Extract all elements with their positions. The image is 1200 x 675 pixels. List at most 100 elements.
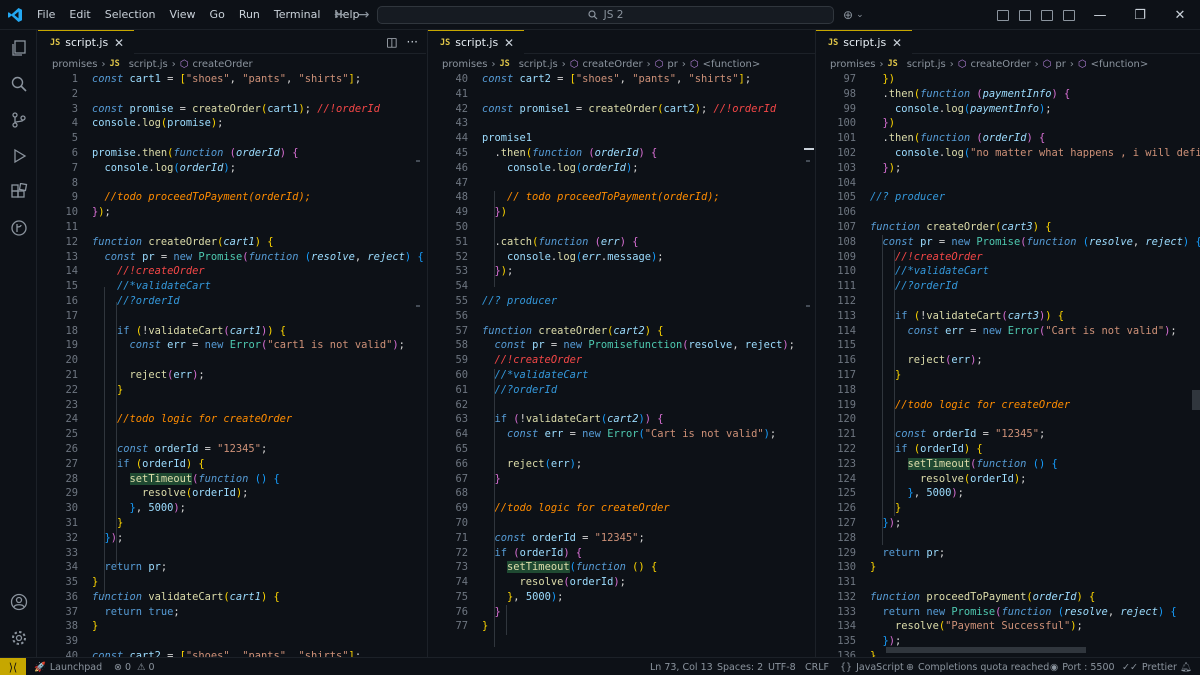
prettier-status[interactable]: ✓✓ Prettier — [1122, 658, 1177, 675]
code-line: 122 if (orderId) { — [816, 442, 1200, 457]
breadcrumb-symbol[interactable]: <function> — [703, 59, 761, 70]
language-mode[interactable]: {} JavaScript — [840, 658, 904, 675]
tab-script-js[interactable]: JS script.js ✕ — [816, 30, 912, 54]
code-line: 26 const orderId = "12345"; — [38, 442, 426, 457]
source-control-icon[interactable] — [0, 102, 37, 138]
customize-layout-icon[interactable] — [1063, 9, 1075, 21]
toggle-primary-sidebar-icon[interactable] — [997, 9, 1009, 21]
breadcrumb-file[interactable]: script.js — [519, 59, 558, 70]
breadcrumb-symbol[interactable]: createOrder — [582, 59, 642, 70]
split-editor-icon[interactable]: ◫ — [386, 35, 397, 49]
line-number: 105 — [837, 191, 856, 204]
line-number: 56 — [455, 309, 468, 322]
command-center-search[interactable]: JS 2 — [377, 6, 834, 24]
line-number: 31 — [65, 516, 78, 529]
tab-script-js[interactable]: JS script.js ✕ — [38, 30, 134, 54]
git-graph-icon[interactable] — [0, 210, 37, 246]
minimap-marker — [806, 160, 810, 162]
symbol-icon: ⬡ — [569, 58, 579, 70]
line-number: 98 — [843, 87, 856, 100]
line-endings[interactable]: CRLF — [805, 658, 829, 675]
chevron-down-icon[interactable]: ⌄ — [856, 10, 864, 20]
line-number: 33 — [65, 546, 78, 559]
line-number: 103 — [837, 161, 856, 174]
line-text: setTimeout(function () { — [129, 472, 280, 485]
copilot-icon[interactable]: ⊕ — [843, 8, 853, 22]
live-server-port[interactable]: ◉ Port : 5500 — [1050, 658, 1115, 675]
code-line: 36 function validateCart(cart1) { — [38, 590, 426, 605]
code-line: 48 // todo proceedToPayment(orderId); — [428, 190, 815, 205]
breadcrumb-folder[interactable]: promises — [442, 59, 487, 70]
cursor-position[interactable]: Ln 73, Col 13 — [650, 658, 713, 675]
menu-edit[interactable]: Edit — [62, 0, 97, 30]
menu-terminal[interactable]: Terminal — [267, 0, 328, 30]
breadcrumb-symbol[interactable]: createOrder — [970, 59, 1030, 70]
account-icon[interactable] — [0, 584, 37, 620]
js-file-icon: JS — [440, 37, 451, 48]
code-line: 66 reject(err); — [428, 457, 815, 472]
back-arrow-icon[interactable]: ← — [334, 7, 346, 23]
code-editor[interactable]: 97 }) 98 .then(function (paymentInfo) {99… — [816, 72, 1200, 657]
menu-selection[interactable]: Selection — [98, 0, 163, 30]
problems-item[interactable]: ⊗ 0 ⚠ 0 — [114, 658, 155, 675]
encoding[interactable]: UTF-8 — [768, 658, 796, 675]
code-line: 25 — [38, 427, 426, 442]
code-editor[interactable]: 1 const cart1 = ["shoes", "pants", "shirt… — [38, 72, 426, 657]
restore-button[interactable]: ❐ — [1120, 0, 1160, 30]
line-number: 30 — [65, 502, 78, 515]
toggle-secondary-sidebar-icon[interactable] — [1041, 9, 1053, 21]
code-line: 15 //*validateCart — [38, 279, 426, 294]
line-text: const promise1 = createOrder(cart2); //!… — [482, 102, 777, 115]
explorer-icon[interactable] — [0, 30, 37, 66]
line-number: 121 — [837, 428, 856, 441]
tab-script-js[interactable]: JS script.js ✕ — [428, 30, 524, 54]
close-tab-icon[interactable]: ✕ — [114, 36, 124, 50]
launchpad-item[interactable]: 🚀 Launchpad — [34, 658, 102, 675]
line-number: 114 — [837, 324, 856, 337]
close-button[interactable]: ✕ — [1160, 0, 1200, 30]
settings-gear-icon[interactable] — [0, 620, 37, 656]
more-actions-icon[interactable]: ··· — [407, 35, 418, 49]
extensions-icon[interactable] — [0, 174, 37, 210]
code-line: 61 //?orderId — [428, 383, 815, 398]
remote-indicator[interactable]: ⟩⟨ — [0, 658, 26, 675]
line-number: 77 — [455, 620, 468, 633]
breadcrumb-folder[interactable]: promises — [52, 59, 97, 70]
line-text: .then(function (orderId) { — [482, 146, 658, 159]
menu-view[interactable]: View — [162, 0, 202, 30]
breadcrumb-symbol[interactable]: pr — [667, 59, 677, 70]
forward-arrow-icon[interactable]: → — [358, 7, 370, 23]
line-text: const pr = new Promise(function (resolve… — [104, 250, 424, 263]
breadcrumb-folder[interactable]: promises — [830, 59, 875, 70]
line-number: 17 — [65, 309, 78, 322]
copilot-status[interactable]: ⊕ Completions quota reached — [906, 658, 1049, 675]
breadcrumb-symbol[interactable]: createOrder — [192, 59, 252, 70]
horizontal-scrollbar[interactable] — [886, 647, 1086, 653]
line-text: resolve("Payment Successful"); — [895, 620, 1083, 633]
close-tab-icon[interactable]: ✕ — [892, 36, 902, 50]
code-line: 35} — [38, 575, 426, 590]
menu-go[interactable]: Go — [203, 0, 232, 30]
menu-file[interactable]: File — [30, 0, 62, 30]
line-text: } — [870, 561, 877, 574]
breadcrumb-symbol[interactable]: pr — [1055, 59, 1065, 70]
line-text: const orderId = "12345"; — [494, 531, 645, 544]
scrollbar-thumb[interactable] — [1192, 390, 1200, 410]
line-text: } — [870, 650, 877, 657]
close-tab-icon[interactable]: ✕ — [504, 36, 514, 50]
code-line: 46 console.log(orderId); — [428, 161, 815, 176]
breadcrumb-file[interactable]: script.js — [907, 59, 946, 70]
line-number: 58 — [455, 339, 468, 352]
code-editor[interactable]: 40 const cart2 = ["shoes", "pants", "shir… — [428, 72, 815, 634]
indentation[interactable]: Spaces: 2 — [717, 658, 763, 675]
line-number: 66 — [455, 457, 468, 470]
run-debug-icon[interactable] — [0, 138, 37, 174]
menu-run[interactable]: Run — [232, 0, 267, 30]
line-text: function validateCart(cart1) { — [92, 590, 280, 603]
notifications-bell-icon[interactable]: 🔔︎ — [1180, 658, 1192, 675]
minimize-button[interactable]: — — [1080, 0, 1120, 30]
breadcrumb-file[interactable]: script.js — [129, 59, 168, 70]
search-view-icon[interactable] — [0, 66, 37, 102]
breadcrumb-symbol[interactable]: <function> — [1091, 59, 1149, 70]
toggle-panel-icon[interactable] — [1019, 9, 1031, 21]
